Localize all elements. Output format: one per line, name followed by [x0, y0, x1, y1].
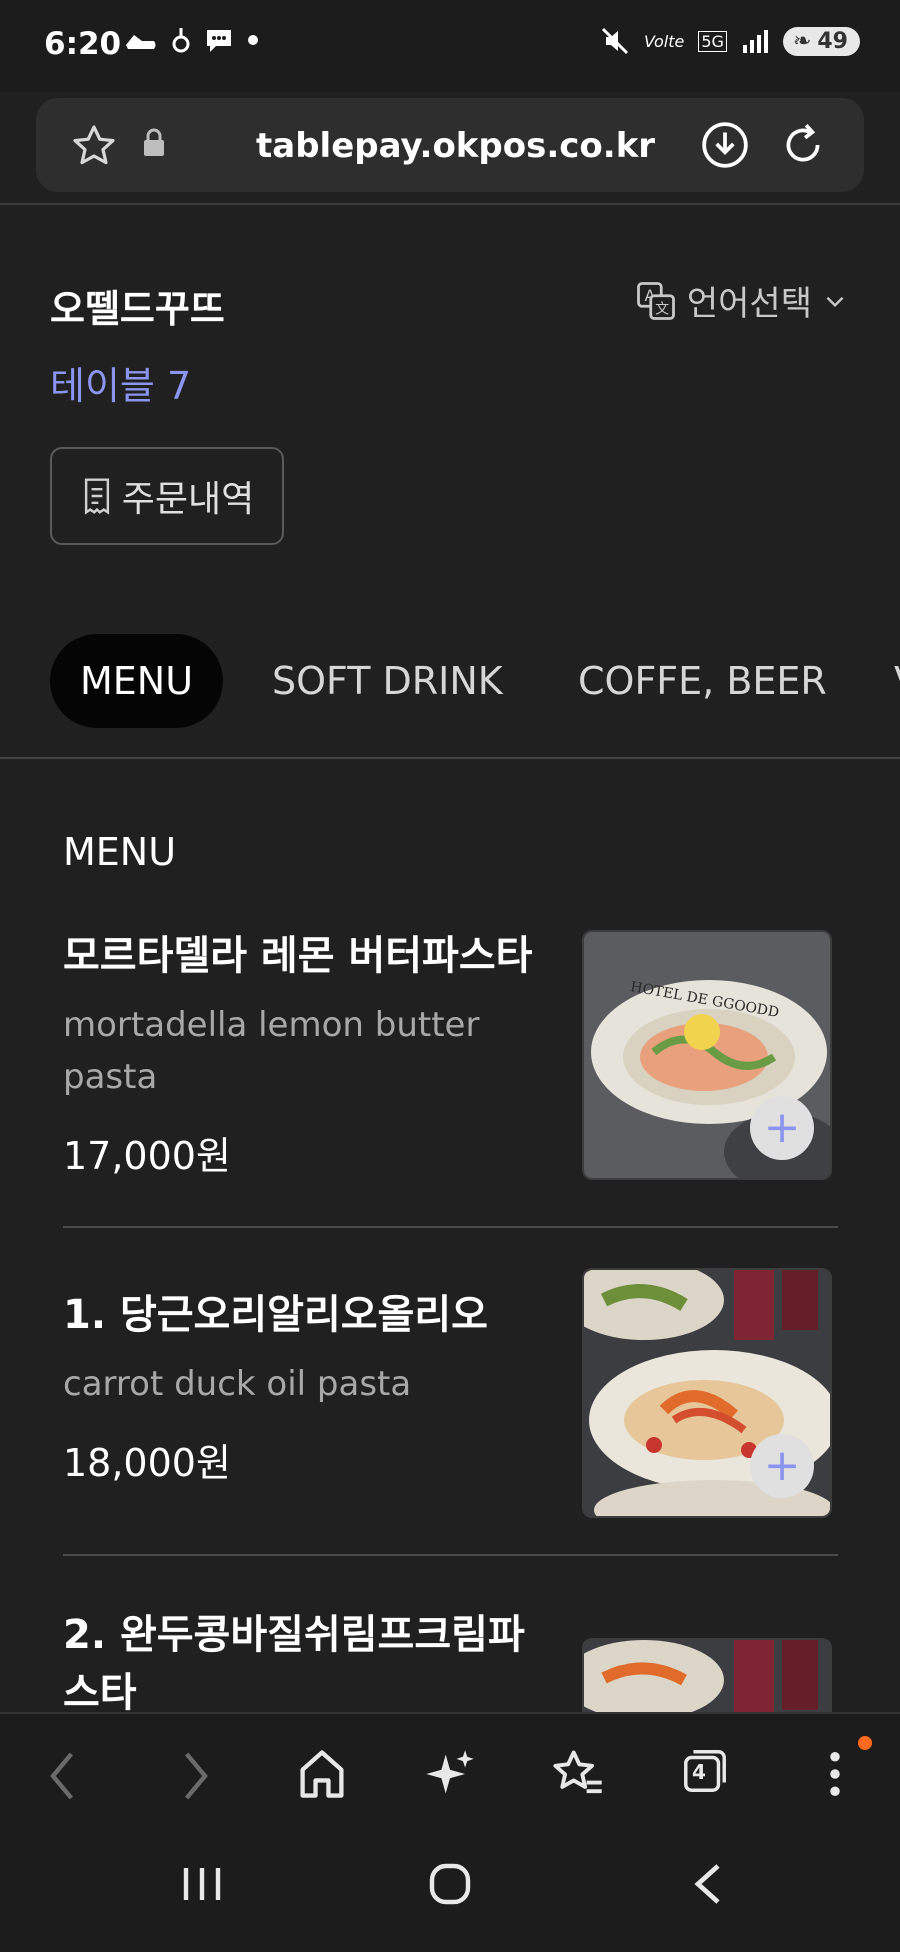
language-label: 언어선택 — [686, 284, 812, 324]
forward-arrow-icon[interactable] — [172, 1746, 216, 1806]
bookmarks-icon[interactable] — [550, 1746, 606, 1802]
network-label: 5G — [698, 30, 727, 52]
svg-text:文: 文 — [655, 301, 669, 317]
order-history-button[interactable]: 주문내역 — [50, 447, 284, 545]
menu-item-name: 모르타델라 레몬 버터파스타 — [63, 933, 533, 979]
category-tabs: MENU SOFT DRINK COFFE, BEER V — [0, 634, 900, 734]
menu-item[interactable]: 모르타델라 레몬 버터파스타 mortadella lemon butter p… — [63, 927, 838, 1180]
store-name: 오뗄드꾸뜨 — [50, 287, 225, 331]
menu-item-name: 2. 완두콩바질쉬림프크림파스타 — [63, 1612, 525, 1716]
system-home-icon[interactable] — [428, 1862, 472, 1906]
status-time: 6:20 — [44, 26, 122, 62]
divider — [0, 203, 900, 205]
download-icon[interactable] — [700, 120, 750, 170]
notification-dot — [858, 1736, 872, 1750]
signal-icon — [742, 30, 768, 53]
divider — [63, 1554, 838, 1556]
menu-item-photo[interactable]: + — [582, 1268, 832, 1518]
mute-icon — [601, 27, 629, 55]
tab-count: 4 — [692, 1760, 706, 1784]
url-text[interactable]: tablepay.okpos.co.kr — [256, 126, 655, 166]
menu-item[interactable]: 1. 당근오리알리오올리오 carrot duck oil pasta 18,0… — [63, 1268, 838, 1518]
add-to-cart-button[interactable]: + — [750, 1096, 814, 1160]
shoe-icon — [126, 35, 156, 49]
tab-soft-drink[interactable]: SOFT DRINK — [272, 634, 503, 728]
menu-item-english-name: carrot duck oil pasta — [63, 1364, 412, 1404]
tab-more-partial[interactable]: V — [894, 634, 900, 728]
lock-icon — [144, 128, 164, 156]
tab-menu[interactable]: MENU — [50, 634, 224, 728]
status-right-icons: Volte 5G ❧ 49 — [600, 26, 860, 56]
reload-icon[interactable] — [778, 120, 828, 170]
status-notification-icons — [124, 26, 258, 54]
menu-item-name: 1. 당근오리알리오올리오 — [63, 1292, 488, 1338]
dot-icon — [248, 35, 258, 45]
more-menu-icon[interactable] — [820, 1746, 850, 1802]
browser-bottom-bar: 4 — [0, 1712, 900, 1952]
menu-item-photo[interactable]: HOTEL DE GGOODD + — [582, 930, 832, 1180]
tab-coffee-beer[interactable]: COFFE, BEER — [578, 634, 827, 728]
home-icon[interactable] — [296, 1746, 348, 1802]
system-back-icon[interactable] — [690, 1862, 726, 1906]
menu-item-english-name: mortadella lemon butter pasta — [63, 1005, 480, 1097]
add-to-cart-button[interactable]: + — [750, 1434, 814, 1498]
address-bar[interactable]: tablepay.okpos.co.kr — [36, 98, 864, 192]
pasta-photo-icon — [584, 1640, 830, 1720]
battery-level: 49 — [817, 28, 848, 54]
back-arrow-icon[interactable] — [42, 1746, 86, 1806]
divider — [63, 1226, 838, 1228]
language-select[interactable]: A文 언어선택 — [635, 276, 848, 325]
chevron-down-icon — [826, 296, 844, 307]
receipt-icon — [84, 478, 109, 515]
order-history-label: 주문내역 — [121, 479, 255, 520]
battery-leaf-icon: ❧ — [792, 28, 812, 54]
volte-label: Volte — [644, 31, 685, 51]
divider — [0, 757, 900, 759]
recent-apps-icon[interactable] — [180, 1862, 224, 1906]
menu-item-photo[interactable] — [582, 1638, 832, 1720]
status-bar: 6:20 Volte 5G ❧ 49 — [0, 0, 900, 92]
ai-sparkle-icon[interactable] — [424, 1746, 476, 1802]
menu-item[interactable]: 2. 완두콩바질쉬림프크림파스타 — [63, 1606, 838, 1722]
chat-icon — [207, 30, 231, 52]
tabs-button[interactable]: 4 — [680, 1746, 730, 1796]
app-icon — [172, 28, 190, 53]
section-title: MENU — [63, 830, 177, 874]
bookmark-star-icon[interactable] — [70, 122, 118, 170]
translate-icon: A文 — [636, 281, 675, 320]
table-number: 테이블 7 — [50, 364, 192, 408]
battery-indicator: ❧ 49 — [782, 26, 860, 56]
